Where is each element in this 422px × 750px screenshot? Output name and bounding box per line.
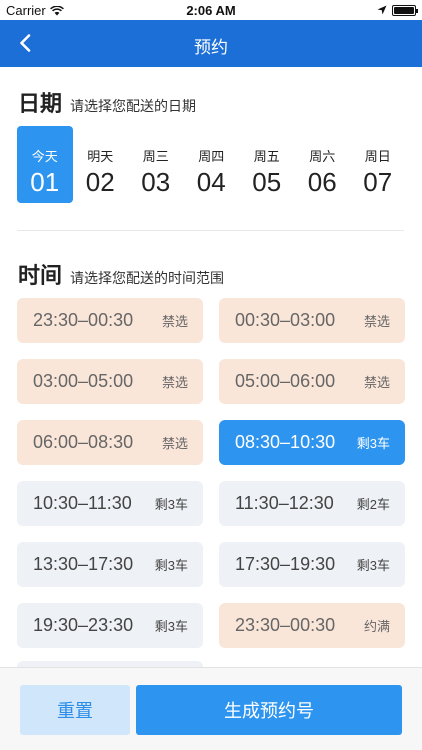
slot-time: 05:00–06:00 — [235, 371, 336, 391]
slot-time: 10:30–11:30 — [33, 493, 132, 513]
section-divider — [17, 230, 404, 231]
time-section-subtitle: 请选择您配送的时间范围 — [70, 270, 225, 286]
slot-time: 13:30–17:30 — [33, 554, 134, 574]
date-number: 03 — [141, 167, 171, 197]
nav-bar: 预约 — [0, 20, 422, 67]
date-item-4[interactable]: 周五 05 — [239, 126, 295, 203]
slot-status: 禁选 — [363, 314, 390, 329]
slot-time: 11:30–12:30 — [235, 493, 334, 513]
status-time: 2:06 AM — [186, 3, 236, 18]
slot-status: 剩3车 — [154, 619, 188, 634]
slot-time: 19:30–23:30 — [33, 615, 134, 635]
time-slot[interactable]: 23:30–00:30 禁选 — [17, 298, 203, 343]
status-bar: Carrier 2:06 AM — [0, 0, 422, 20]
slot-status: 禁选 — [161, 375, 188, 390]
slot-status: 约满 — [363, 619, 390, 634]
time-slot[interactable]: 03:00–05:00 禁选 — [17, 359, 203, 404]
date-label: 今天 — [31, 149, 58, 164]
slot-status: 剩3车 — [356, 436, 390, 451]
date-label: 周日 — [364, 149, 391, 164]
date-label: 周四 — [198, 149, 225, 164]
generate-booking-button[interactable]: 生成预约号 — [136, 685, 402, 735]
date-label: 周三 — [142, 149, 169, 164]
date-item-1[interactable]: 明天 02 — [73, 126, 129, 203]
location-arrow-icon — [377, 3, 387, 18]
date-number: 06 — [307, 167, 337, 197]
slot-time: 06:00–08:30 — [33, 432, 134, 452]
slot-status: 剩2车 — [356, 497, 390, 512]
time-slot[interactable]: 10:30–11:30 剩3车 — [17, 481, 203, 526]
time-slot[interactable]: 06:00–08:30 禁选 — [17, 420, 203, 465]
date-label: 周五 — [253, 149, 280, 164]
date-item-2[interactable]: 周三 03 — [128, 126, 184, 203]
slot-status: 禁选 — [363, 375, 390, 390]
date-section-title: 日期 — [18, 91, 63, 116]
date-item-5[interactable]: 周六 06 — [295, 126, 351, 203]
time-slot[interactable]: 00:30–03:00 禁选 — [219, 298, 405, 343]
time-slot-grid: 23:30–00:30 禁选 00:30–03:00 禁选 03:00–05:0… — [17, 298, 405, 648]
battery-icon — [392, 5, 418, 16]
slot-time: 23:30–00:30 — [33, 310, 134, 330]
time-slot[interactable]: 11:30–12:30 剩2车 — [219, 481, 405, 526]
slot-status: 剩3车 — [154, 558, 188, 573]
date-number: 02 — [85, 167, 115, 197]
date-section-header: 日期 请选择您配送的日期 — [18, 86, 196, 118]
date-label: 明天 — [87, 149, 114, 164]
date-item-3[interactable]: 周四 04 — [184, 126, 240, 203]
slot-time: 17:30–19:30 — [235, 554, 336, 574]
date-number: 05 — [252, 167, 282, 197]
time-slot[interactable]: 19:30–23:30 剩3车 — [17, 603, 203, 648]
slot-time: 23:30–00:30 — [235, 615, 336, 635]
reset-button[interactable]: 重置 — [20, 685, 130, 735]
time-slot-selected[interactable]: 08:30–10:30 剩3车 — [219, 420, 405, 465]
slot-time: 03:00–05:00 — [33, 371, 134, 391]
time-section-title: 时间 — [18, 263, 63, 288]
status-right — [377, 3, 418, 18]
page-title: 预约 — [194, 38, 228, 57]
slot-status: 禁选 — [161, 314, 188, 329]
time-slot[interactable]: 13:30–17:30 剩3车 — [17, 542, 203, 587]
time-slot[interactable]: 17:30–19:30 剩3车 — [219, 542, 405, 587]
date-picker: 今天 01 明天 02 周三 03 周四 04 周五 05 周六 06 周日 0… — [17, 126, 406, 203]
date-item-6[interactable]: 周日 07 — [350, 126, 406, 203]
slot-status: 剩3车 — [154, 497, 188, 512]
date-number: 01 — [30, 167, 60, 197]
time-section-header: 时间 请选择您配送的时间范围 — [18, 258, 224, 290]
time-slot[interactable]: 05:00–06:00 禁选 — [219, 359, 405, 404]
date-number: 04 — [196, 167, 226, 197]
date-label: 周六 — [309, 149, 336, 164]
date-item-0[interactable]: 今天 01 — [17, 126, 73, 203]
time-slot[interactable]: 23:30–00:30 约满 — [219, 603, 405, 648]
slot-time: 08:30–10:30 — [235, 432, 336, 452]
date-section-subtitle: 请选择您配送的日期 — [70, 98, 197, 114]
slot-time: 00:30–03:00 — [235, 310, 336, 330]
slot-status: 剩3车 — [356, 558, 390, 573]
date-number: 07 — [363, 167, 393, 197]
footer-bar: 重置 生成预约号 — [0, 667, 422, 750]
slot-status: 禁选 — [161, 436, 188, 451]
